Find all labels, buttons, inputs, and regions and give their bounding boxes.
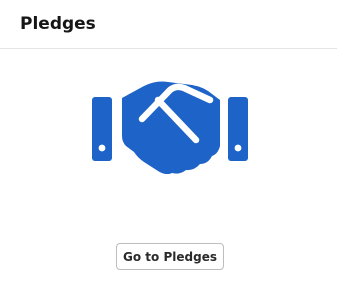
card-header: Pledges [0, 0, 337, 49]
pledges-card: Pledges Go to Pledges [0, 0, 337, 285]
handshake-icon [92, 81, 248, 174]
card-title: Pledges [20, 14, 96, 34]
go-to-pledges-button[interactable]: Go to Pledges [116, 243, 224, 270]
